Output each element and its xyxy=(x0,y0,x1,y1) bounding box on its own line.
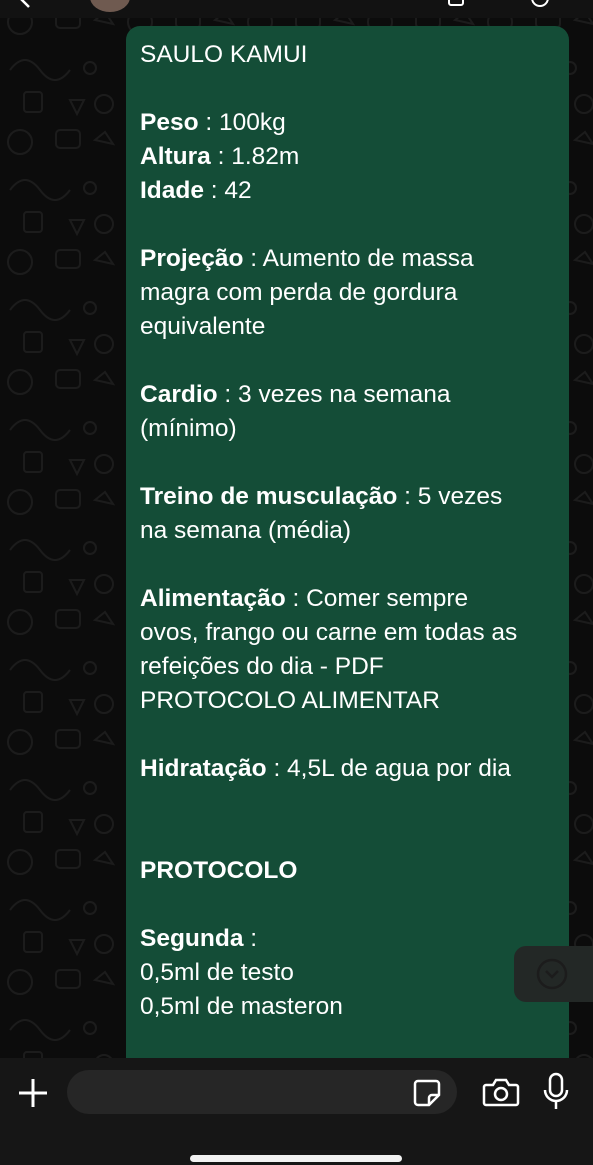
height-value: : 1.82m xyxy=(210,143,300,170)
age-label: Idade xyxy=(140,177,204,204)
message-title: SAULO KAMUI xyxy=(140,41,308,68)
monday-row: Segunda : xyxy=(140,922,555,956)
training-text-2: na semana (média) xyxy=(140,517,352,544)
home-indicator xyxy=(190,1155,402,1162)
projection-text-2: magra com perda de gordura xyxy=(140,279,458,306)
projection-text-3: equivalente xyxy=(140,313,266,340)
message-input[interactable] xyxy=(67,1070,457,1114)
age-value: : 42 xyxy=(204,177,252,204)
monday-label: Segunda xyxy=(140,925,244,952)
chevron-left-icon[interactable] xyxy=(18,0,34,8)
projection-text: : Aumento de massa xyxy=(243,245,474,272)
plus-icon[interactable] xyxy=(14,1074,52,1112)
chat-screen: SAULO KAMUI Peso : 100kg Altura : 1.82m … xyxy=(0,0,593,1165)
protocol-heading: PROTOCOLO xyxy=(140,857,298,884)
hydration-row: Hidratação : 4,5L de agua por dia xyxy=(140,752,555,786)
chat-header xyxy=(0,0,593,18)
cardio-label: Cardio xyxy=(140,381,218,408)
food-row: Alimentação : Comer sempre xyxy=(140,582,555,616)
avatar[interactable] xyxy=(90,0,130,12)
monday-item-1: 0,5ml de testo xyxy=(140,959,294,986)
projection-row: Projeção : Aumento de massa xyxy=(140,242,555,276)
food-text-3: refeições do dia - PDF xyxy=(140,653,384,680)
phone-call-icon[interactable] xyxy=(530,0,550,8)
camera-icon[interactable] xyxy=(482,1076,520,1108)
message-bubble[interactable]: SAULO KAMUI Peso : 100kg Altura : 1.82m … xyxy=(126,26,569,1086)
training-text: : 5 vezes xyxy=(397,483,503,510)
food-text-2: ovos, frango ou carne em todas as xyxy=(140,619,518,646)
sticker-icon[interactable] xyxy=(412,1078,442,1108)
weight-row: Peso : 100kg xyxy=(140,106,555,140)
hydration-text: : 4,5L de agua por dia xyxy=(266,755,511,782)
training-label: Treino de musculação xyxy=(140,483,398,510)
food-text-4: PROTOCOLO ALIMENTAR xyxy=(140,687,440,714)
height-label: Altura xyxy=(140,143,211,170)
cardio-text-2: (mínimo) xyxy=(140,415,237,442)
weight-label: Peso xyxy=(140,109,199,136)
scroll-down-button[interactable] xyxy=(514,946,593,1002)
height-row: Altura : 1.82m xyxy=(140,140,555,174)
food-label: Alimentação xyxy=(140,585,286,612)
weight-value: : 100kg xyxy=(198,109,286,136)
projection-label: Projeção xyxy=(140,245,244,272)
hydration-label: Hidratação xyxy=(140,755,267,782)
cardio-text: : 3 vezes na semana xyxy=(217,381,451,408)
chevron-down-circle-icon xyxy=(536,958,568,990)
cardio-row: Cardio : 3 vezes na semana xyxy=(140,378,555,412)
microphone-icon[interactable] xyxy=(542,1072,570,1112)
age-row: Idade : 42 xyxy=(140,174,555,208)
video-call-icon[interactable] xyxy=(448,0,470,6)
monday-suffix: : xyxy=(243,925,258,952)
composer-bar xyxy=(0,1058,593,1165)
monday-item-2: 0,5ml de masteron xyxy=(140,993,343,1020)
food-text: : Comer sempre xyxy=(285,585,469,612)
training-row: Treino de musculação : 5 vezes xyxy=(140,480,555,514)
